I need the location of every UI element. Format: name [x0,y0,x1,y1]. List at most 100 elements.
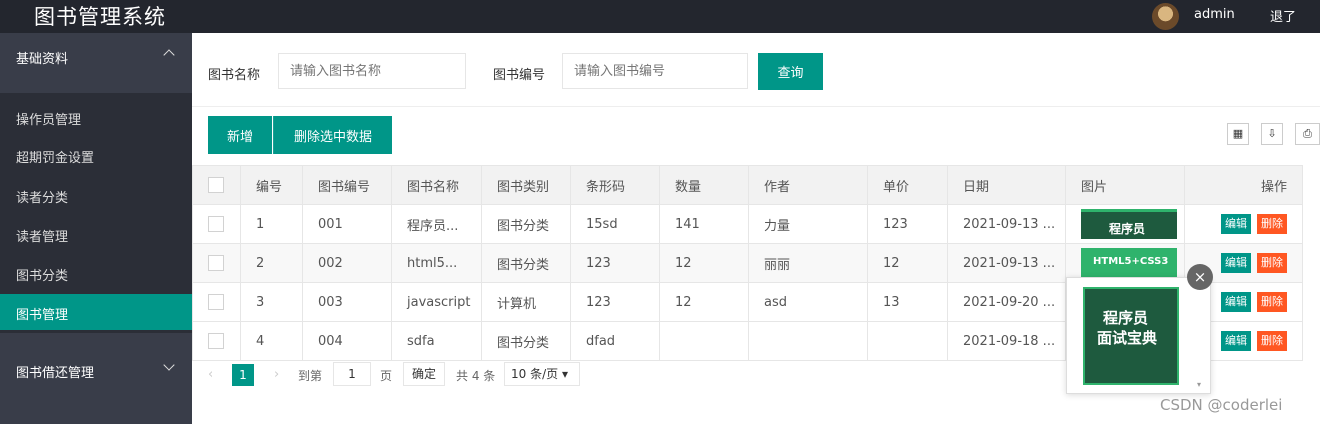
add-button[interactable]: 新增 [208,116,272,154]
goto-label: 到第 [298,369,323,383]
col-header[interactable]: 图片 [1065,165,1185,205]
top-header: 图书管理系统 admin 退了 [0,0,1320,33]
sidebar-item-fines[interactable]: 超期罚金设置 [0,137,192,173]
cell-price: 12 [867,243,948,283]
scroll-down-icon[interactable]: ▾ [1197,380,1201,389]
delete-button[interactable]: 删除 [1257,253,1287,273]
sidebar-group-basic[interactable]: 基础资料 [0,21,192,77]
col-header[interactable]: 图书名称 [391,165,482,205]
sidebar: 基础资料 操作员管理 超期罚金设置 读者分类 读者管理 图书分类 图书管理 图书… [0,33,192,424]
row-checkbox[interactable] [208,255,224,271]
cell-barcode: 123 [570,243,660,283]
print-icon[interactable]: ⎙ [1295,123,1320,145]
row-checkbox[interactable] [208,294,224,310]
chevron-up-icon [163,49,175,61]
cell-price: 13 [867,282,948,322]
columns-icon[interactable]: ▦ [1227,123,1249,145]
prev-page-icon[interactable]: ‹ [208,367,213,382]
col-header[interactable]: 单价 [867,165,948,205]
cell-image[interactable]: 程序员 [1065,204,1185,244]
sidebar-item-book-types[interactable]: 图书分类 [0,255,192,291]
book-name-input[interactable] [278,53,466,89]
sidebar-item-operators[interactable]: 操作员管理 [0,99,192,135]
delete-button[interactable]: 删除 [1257,292,1287,312]
sidebar-submenu: 操作员管理 超期罚金设置 读者分类 读者管理 图书分类 图书管理 [0,93,192,333]
row-checkbox[interactable] [208,333,224,349]
cell-code: 001 [302,204,392,244]
cell-author: asd [748,282,868,322]
divider [192,106,1320,107]
cell-category: 计算机 [481,282,571,322]
cell-category: 图书分类 [481,204,571,244]
cell-date: 2021-09-13 ... [947,243,1066,283]
cell-name: html5... [391,243,482,283]
book-name-label: 图书名称 [208,68,261,83]
row-select[interactable] [192,243,241,283]
select-all-checkbox[interactable] [208,177,224,193]
confirm-button[interactable]: 确定 [403,362,445,386]
row-select[interactable] [192,204,241,244]
cell-actions: 编辑 删除 [1184,204,1303,244]
row-select[interactable] [192,282,241,322]
col-header[interactable]: 图书类别 [481,165,571,205]
table-row[interactable]: 1 001 程序员... 图书分类 15sd 141 力量 123 2021-0… [192,204,1303,244]
book-cover-thumbnail[interactable]: HTML5+CSS3 [1081,248,1177,278]
col-header[interactable]: 操作 [1184,165,1303,205]
col-header[interactable]: 条形码 [570,165,660,205]
cell-barcode: 15sd [570,204,660,244]
close-icon[interactable]: × [1187,264,1213,290]
cell-date: 2021-09-13 ... [947,204,1066,244]
sidebar-item-books[interactable]: 图书管理 [0,294,192,330]
edit-button[interactable]: 编辑 [1221,331,1251,351]
delete-button[interactable]: 删除 [1257,214,1287,234]
book-code-label: 图书编号 [493,68,546,83]
avatar[interactable] [1152,3,1179,30]
delete-selected-button[interactable]: 删除选中数据 [273,116,392,154]
page-size-select[interactable]: 10 条/页 ▾ [504,362,580,386]
cell-author: 力量 [748,204,868,244]
next-page-icon[interactable]: › [274,367,279,382]
export-icon[interactable]: ⇩ [1261,123,1283,145]
cell-date: 2021-09-20 ... [947,282,1066,322]
edit-button[interactable]: 编辑 [1221,292,1251,312]
sidebar-item-readers[interactable]: 读者管理 [0,216,192,252]
table-header-row: 编号 图书编号 图书名称 图书类别 条形码 数量 作者 单价 日期 图片 操作 [192,165,1303,205]
book-cover-thumbnail[interactable]: 程序员 [1081,209,1177,239]
cell-qty: 12 [659,282,749,322]
username[interactable]: admin [1194,7,1235,22]
cell-id: 1 [240,204,303,244]
page-number-input[interactable]: 1 [333,362,371,386]
col-header[interactable]: 编号 [240,165,303,205]
cell-category: 图书分类 [481,243,571,283]
book-cover-preview: 程序员 面试宝典 [1083,287,1179,385]
cell-name: javascript [391,282,482,322]
watermark: CSDN @coderlei [1160,396,1283,414]
sidebar-group-label: 基础资料 [16,52,69,67]
sidebar-group-lending[interactable]: 图书借还管理 [0,335,192,391]
cell-id: 3 [240,282,303,322]
cell-code: 003 [302,282,392,322]
delete-button[interactable]: 删除 [1257,331,1287,351]
col-header[interactable]: 图书编号 [302,165,392,205]
cell-price: 123 [867,204,948,244]
cell-name: 程序员... [391,204,482,244]
edit-button[interactable]: 编辑 [1221,214,1251,234]
page-label: 页 [380,369,393,383]
row-checkbox[interactable] [208,216,224,232]
cell-code: 002 [302,243,392,283]
select-all-cell[interactable] [192,165,241,205]
logout-link[interactable]: 退了 [1270,6,1296,25]
image-preview-popup: 程序员 面试宝典 ▾ [1066,277,1211,394]
total-count: 共 4 条 [456,369,496,383]
query-button[interactable]: 查询 [758,53,823,90]
book-code-input[interactable] [562,53,748,89]
col-header[interactable]: 作者 [748,165,868,205]
sidebar-group-label: 图书借还管理 [16,366,95,381]
sidebar-item-reader-types[interactable]: 读者分类 [0,177,192,213]
page-1-button[interactable]: 1 [232,364,254,386]
cell-barcode: 123 [570,282,660,322]
edit-button[interactable]: 编辑 [1221,253,1251,273]
col-header[interactable]: 数量 [659,165,749,205]
chevron-down-icon [163,359,175,371]
col-header[interactable]: 日期 [947,165,1066,205]
